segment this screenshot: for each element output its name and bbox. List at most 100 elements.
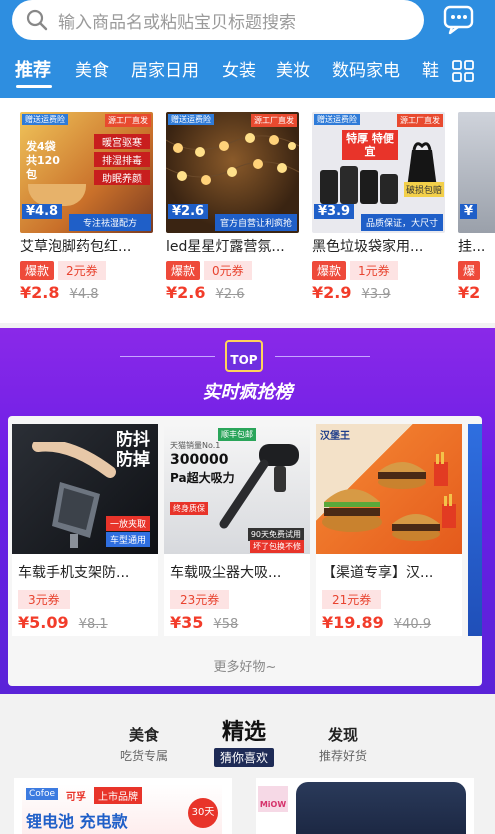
flash-item[interactable]: 防抖 防掉 一放夹取 车型通用 车载手机支架防... 3元券 ¥5.09 ¥8.… [12,424,158,636]
tab-food[interactable]: 美食 [75,56,109,81]
tab-women[interactable]: 女装 [222,56,256,81]
image-line: 防抖 [116,430,150,450]
hot-badge: 爆款 [312,261,347,280]
tab-title: 美食 [128,726,159,744]
sale-price: ¥35 [170,613,204,632]
image-band: 专注祛湿配方 [69,214,151,231]
product-tags: 爆款 0元券 [166,261,301,280]
feed-tabs: 美食 吃货专属 精选 猜你喜欢 发现 推荐好货 Cofoe 可孚 上市品牌 锂电… [0,694,495,834]
tab-makeup[interactable]: 美妆 [276,56,310,81]
tab-shoes[interactable]: 鞋 [422,56,439,81]
tab-subtitle: 吃货专属 [119,749,168,763]
tab-subtitle: 猜你喜欢 [213,748,274,767]
image-price-flag: ¥3.9 [314,204,355,219]
search-placeholder: 输入商品名或粘贴宝贝标题搜索 [58,12,296,33]
flash-item[interactable]: 汉堡王 【渠道专享】汉... 21元券 ¥19.89 ¥40.9 [316,424,462,636]
more-link[interactable]: 更多好物~ [8,656,482,675]
burger-meal-graphic [322,452,456,541]
grid-menu-icon[interactable] [452,60,474,82]
factory-tag: 源工厂直发 [397,114,443,127]
product-card[interactable]: 赠送运费险 源工厂直发 特厚 特便宜 破损包赔 ¥3.9 品质保证，大尺寸 黑色… [312,112,447,302]
coupon-badge[interactable]: 21元券 [322,590,382,609]
image-band: 品质保证，大尺寸 [361,214,443,231]
sale-price: ¥2.8 [20,283,60,302]
flash-item-title: 车载吸尘器大吸... [170,565,282,581]
image-headline: 防抖 防掉 [116,430,150,470]
basin-shape [28,184,86,206]
price-line: ¥2 [458,283,495,302]
feed-card[interactable]: MiOW [256,778,474,834]
image-note: 坏了包换不修 [250,540,304,553]
price-line: ¥35 ¥58 [170,613,310,632]
original-price: ¥58 [213,617,239,632]
category-tabs: 推荐 美食 居家日用 女装 美妆 数码家电 鞋 [0,56,495,92]
tab-featured-feed[interactable]: 精选 猜你喜欢 [206,714,282,767]
image-headline: 特厚 特便宜 [342,130,398,160]
original-price: ¥3.9 [361,287,391,302]
search-icon [26,9,48,31]
product-image: ¥ [458,112,495,233]
tab-home[interactable]: 居家日用 [131,56,199,81]
original-price: ¥40.9 [393,617,432,632]
search-bar[interactable]: 输入商品名或粘贴宝贝标题搜索 [12,0,424,40]
flash-item-image: 汉堡王 [316,424,462,554]
product-card[interactable]: 赠送运费险 源工厂直发 ¥2.6 官方自营让利疯抢 led星星灯露营氛... 爆… [166,112,301,302]
tab-food-feed[interactable]: 美食 吃货专属 [114,724,174,764]
image-bullets: 暖宫驱寒 排湿排毒 助眠养颜 [94,134,150,185]
image-tag: 一放夹取 [105,516,150,531]
product-tags: 爆款 1元券 [312,261,447,280]
app-page: 输入商品名或粘贴宝贝标题搜索 推荐 美食 居家日用 女装 美妆 数码家电 鞋 赠… [0,0,495,834]
coupon-badge[interactable]: 2元券 [58,261,106,280]
divider-right [275,356,370,357]
insurance-tag: 赠送运费险 [314,114,360,125]
product-title: led星星灯露营氛... [166,239,285,255]
product-image: 赠送运费险 源工厂直发 ¥2.6 官方自营让利疯抢 [166,112,299,233]
coupon-badge[interactable]: 1元券 [350,261,398,280]
product-card[interactable]: ¥ 挂... 爆 ¥2 [458,112,495,302]
tab-title: 精选 [221,720,266,745]
sale-price: ¥2.6 [166,283,206,302]
sale-price: ¥19.89 [322,613,384,632]
image-line: 防掉 [116,450,150,470]
image-tag: 车型通用 [105,532,150,547]
top-header: 输入商品名或粘贴宝贝标题搜索 推荐 美食 居家日用 女装 美妆 数码家电 鞋 [0,0,495,98]
flash-item[interactable]: 顺丰包邮 天猫销量No.1 300000 Pa超大吸力 终身质保 90天免费试用… [164,424,310,636]
feed-headline: 锂电池 充电款 [26,812,128,831]
flash-item[interactable] [468,424,482,636]
feed-image [296,782,466,834]
coupon-badge[interactable]: 0元券 [204,261,252,280]
price-line: ¥5.09 ¥8.1 [18,613,158,632]
tab-digital[interactable]: 数码家电 [332,56,400,81]
message-icon[interactable] [442,4,476,36]
tab-discover-feed[interactable]: 发现 推荐好货 [310,724,376,764]
tab-recommend[interactable]: 推荐 [15,56,51,82]
feed-brand-logo: MiOW [258,786,288,812]
brand-label: Cofoe [26,788,59,800]
price-line: ¥2.6 ¥2.6 [166,283,301,302]
image-price-flag: ¥ [460,204,478,219]
product-title: 挂... [458,239,486,255]
image-price-flag: ¥2.6 [168,204,209,219]
coupon-badge[interactable]: 3元券 [18,590,70,609]
hot-badge: 爆款 [20,261,55,280]
image-bullet: 排湿排毒 [94,152,150,167]
product-image: 赠送运费险 源工厂直发 特厚 特便宜 破损包赔 ¥3.9 品质保证，大尺寸 [312,112,445,233]
sale-price: ¥2.9 [312,283,352,302]
tab-title: 发现 [327,726,358,744]
factory-tag: 源工厂直发 [251,114,297,127]
product-title: 黑色垃圾袋家用... [312,239,424,255]
price-line: ¥2.8 ¥4.8 [20,283,155,302]
product-tags: 爆款 2元券 [20,261,155,280]
divider-left [120,356,215,357]
product-image: 赠送运费险 源工厂直发 发4袋 共120包 暖宫驱寒 排湿排毒 助眠养颜 ¥4.… [20,112,153,233]
product-card[interactable]: 赠送运费险 源工厂直发 发4袋 共120包 暖宫驱寒 排湿排毒 助眠养颜 ¥4.… [20,112,155,302]
flash-panel: 防抖 防掉 一放夹取 车型通用 车载手机支架防... 3元券 ¥5.09 ¥8.… [8,416,482,686]
feed-card[interactable]: Cofoe 可孚 上市品牌 锂电池 充电款 30天 [14,778,232,834]
flash-sale-section: TOP 实时疯抢榜 防抖 防掉 一放夹取 车型通用 车载手机支架防... 3元券… [0,328,495,694]
string-lights-graphic [166,133,299,185]
insurance-tag: 赠送运费险 [22,114,68,125]
flash-item-title: 【渠道专享】汉... [322,565,434,581]
coupon-badge[interactable]: 23元券 [170,590,230,609]
hot-badge: 爆 [458,261,481,280]
insurance-tag: 赠送运费险 [168,114,214,125]
